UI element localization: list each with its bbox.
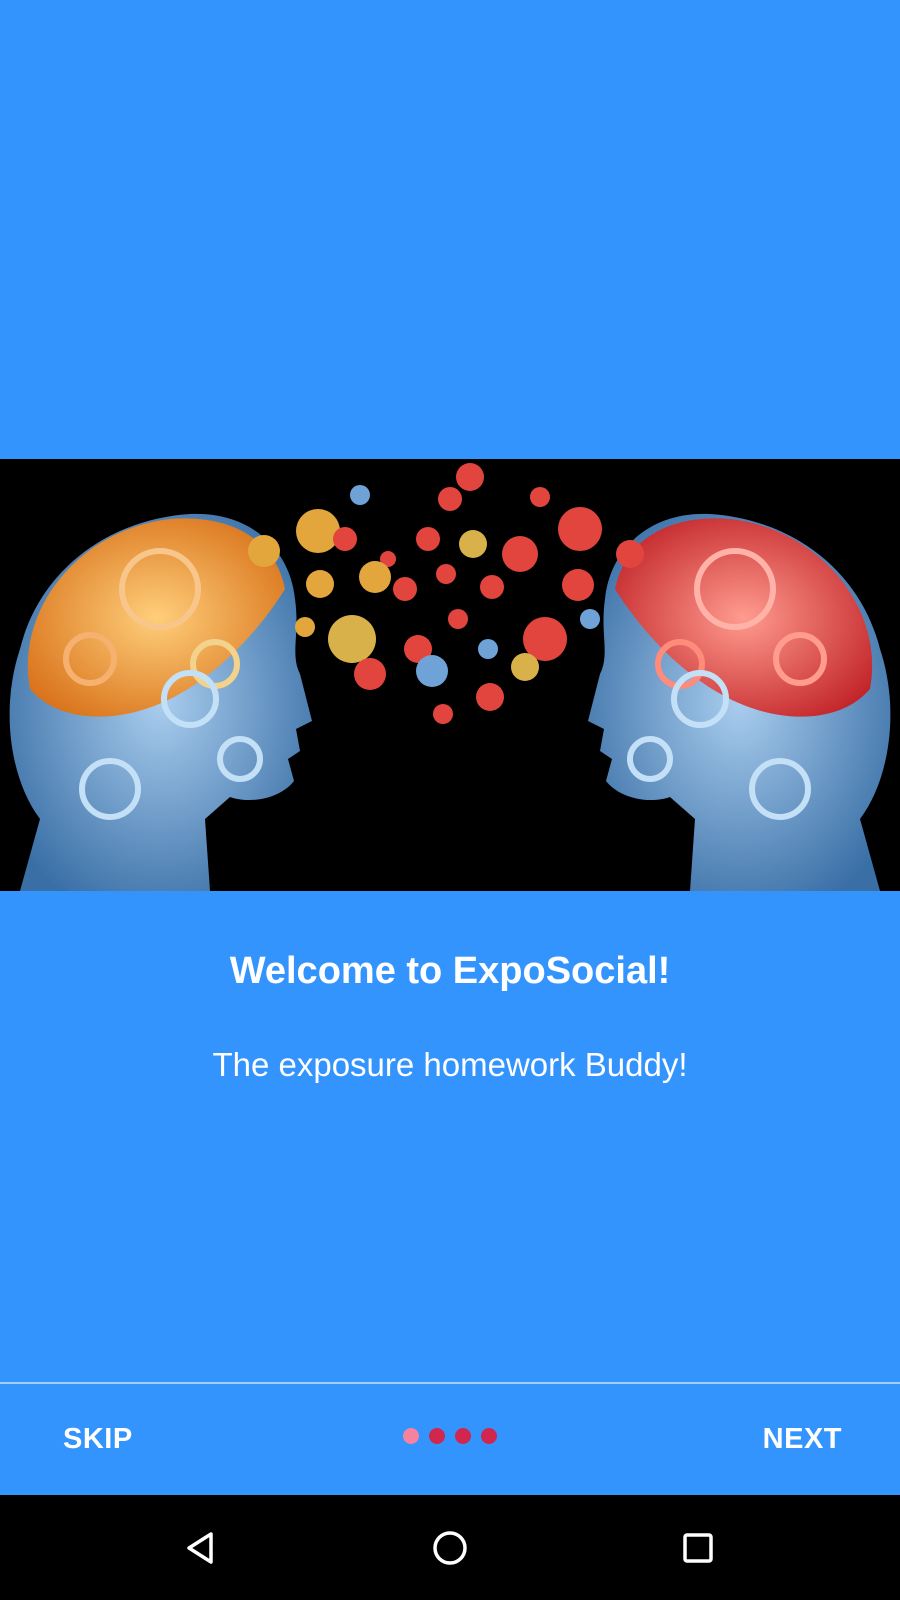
onboarding-footer: SKIP NEXT <box>0 1384 900 1495</box>
skip-button[interactable]: SKIP <box>63 1384 133 1495</box>
page-dot-3[interactable] <box>455 1428 471 1444</box>
page-dot-4[interactable] <box>481 1428 497 1444</box>
welcome-title: Welcome to ExpoSocial! <box>229 950 671 992</box>
home-circle-icon[interactable] <box>395 1495 505 1600</box>
next-button[interactable]: NEXT <box>763 1384 842 1495</box>
system-navigation-bar <box>0 1495 900 1600</box>
page-dot-1[interactable] <box>403 1428 419 1444</box>
page-dot-2[interactable] <box>429 1428 445 1444</box>
recents-square-icon[interactable] <box>643 1495 753 1600</box>
onboarding-screen: Welcome to ExpoSocial! The exposure home… <box>0 0 900 1495</box>
page-indicator <box>403 1428 497 1444</box>
gears-heads-illustration-icon <box>9 463 891 891</box>
hero-image <box>0 459 900 891</box>
back-triangle-icon[interactable] <box>146 1495 256 1600</box>
welcome-subtitle: The exposure homework Buddy! <box>212 1046 688 1083</box>
